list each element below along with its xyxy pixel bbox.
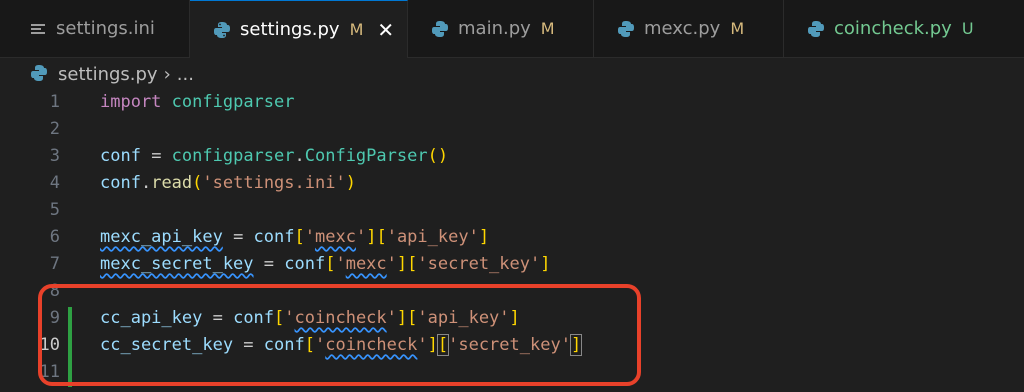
code-token: conf: [100, 173, 141, 193]
untracked-badge: U: [961, 19, 974, 38]
code-token: ': [386, 254, 397, 274]
line-number: 1: [49, 92, 60, 112]
code-token: (): [427, 146, 449, 166]
code-token: conf: [284, 254, 326, 274]
python-icon: [806, 19, 826, 39]
code-token: conf: [100, 146, 141, 166]
tab-label: settings.ini: [56, 18, 155, 39]
line-number: 7: [49, 254, 60, 274]
breadcrumb-file[interactable]: settings.py: [58, 64, 158, 85]
python-icon: [30, 64, 50, 84]
code-token: =: [140, 146, 172, 166]
code-line[interactable]: 2: [0, 116, 1024, 143]
tab-coincheck-py[interactable]: coincheck.py U: [784, 0, 1024, 57]
tab-settings-py[interactable]: settings.py M ✕: [190, 0, 408, 58]
line-number: 3: [49, 146, 60, 166]
code-token: mexc_api_key: [100, 227, 223, 247]
code-token: ConfigParser: [304, 146, 428, 166]
code-line[interactable]: 6 mexc_api_key = conf['mexc']['api_key']: [0, 224, 1024, 251]
code-token: configparser: [171, 146, 295, 166]
modified-badge: M: [349, 20, 364, 39]
code-token: [: [294, 227, 305, 247]
code-token: [: [407, 254, 418, 274]
breadcrumb-more[interactable]: ...: [177, 64, 194, 85]
code-text[interactable]: conf = configparser.ConfigParser(): [100, 143, 448, 170]
tab-label: coincheck.py: [834, 18, 952, 39]
code-token: ): [345, 173, 356, 193]
line-number: 5: [49, 200, 60, 220]
code-token: conf: [253, 227, 295, 247]
code-line[interactable]: 1 import configparser: [0, 89, 1024, 116]
code-text[interactable]: conf.read('settings.ini'): [100, 170, 356, 197]
python-icon: [430, 19, 450, 39]
code-token: [: [325, 254, 336, 274]
python-icon: [616, 19, 636, 39]
code-token: ': [335, 254, 346, 274]
code-token: ': [304, 227, 315, 247]
code-token: ]: [478, 227, 490, 247]
settings-file-icon: [28, 19, 48, 39]
line-number: 4: [49, 173, 60, 193]
tab-mexc-py[interactable]: mexc.py M: [594, 0, 784, 57]
code-token: ]: [396, 254, 408, 274]
code-token: 'secret_key': [417, 254, 541, 274]
code-token: ]: [540, 254, 551, 274]
code-text[interactable]: import configparser: [100, 89, 295, 116]
code-token: import: [100, 92, 162, 112]
code-line[interactable]: 5: [0, 197, 1024, 224]
code-text[interactable]: mexc_secret_key = conf['mexc']['secret_k…: [100, 251, 550, 278]
code-token: =: [222, 227, 254, 247]
code-token: .: [140, 173, 152, 193]
code-token: (: [192, 173, 203, 193]
code-token: configparser: [171, 92, 295, 112]
breadcrumb: settings.py › ...: [30, 60, 194, 88]
line-number: 6: [49, 227, 60, 247]
tab-main-py[interactable]: main.py M: [408, 0, 594, 57]
code-line[interactable]: 7 mexc_secret_key = conf['mexc']['secret_…: [0, 251, 1024, 278]
code-token: [: [376, 227, 387, 247]
code-token: 'settings.ini': [202, 173, 346, 193]
code-token: ]: [366, 227, 377, 247]
code-token: read: [151, 173, 193, 193]
code-text[interactable]: mexc_api_key = conf['mexc']['api_key']: [100, 224, 489, 251]
code-token: ': [355, 227, 367, 247]
breadcrumb-separator: ›: [163, 63, 171, 85]
close-icon[interactable]: ✕: [377, 18, 394, 42]
code-token: mexc: [345, 254, 387, 274]
code-token: mexc: [315, 227, 356, 247]
code-token: mexc_secret_key: [100, 254, 254, 274]
tab-bar: settings.ini settings.py M ✕ main.py M m…: [0, 0, 1024, 58]
tab-label: mexc.py: [644, 18, 721, 39]
tab-label: main.py: [458, 18, 531, 39]
tab-label: settings.py: [240, 19, 340, 40]
python-icon: [212, 20, 232, 40]
line-number: 2: [49, 119, 60, 139]
tab-settings-ini[interactable]: settings.ini: [0, 0, 190, 57]
modified-badge: M: [730, 19, 745, 38]
code-line[interactable]: 3 conf = configparser.ConfigParser(): [0, 143, 1024, 170]
modified-badge: M: [540, 19, 555, 38]
code-token: .: [294, 146, 305, 166]
code-token: =: [253, 254, 285, 274]
code-token: 'api_key': [386, 227, 479, 247]
highlight-annotation: [38, 284, 641, 386]
code-line[interactable]: 4 conf.read('settings.ini'): [0, 170, 1024, 197]
